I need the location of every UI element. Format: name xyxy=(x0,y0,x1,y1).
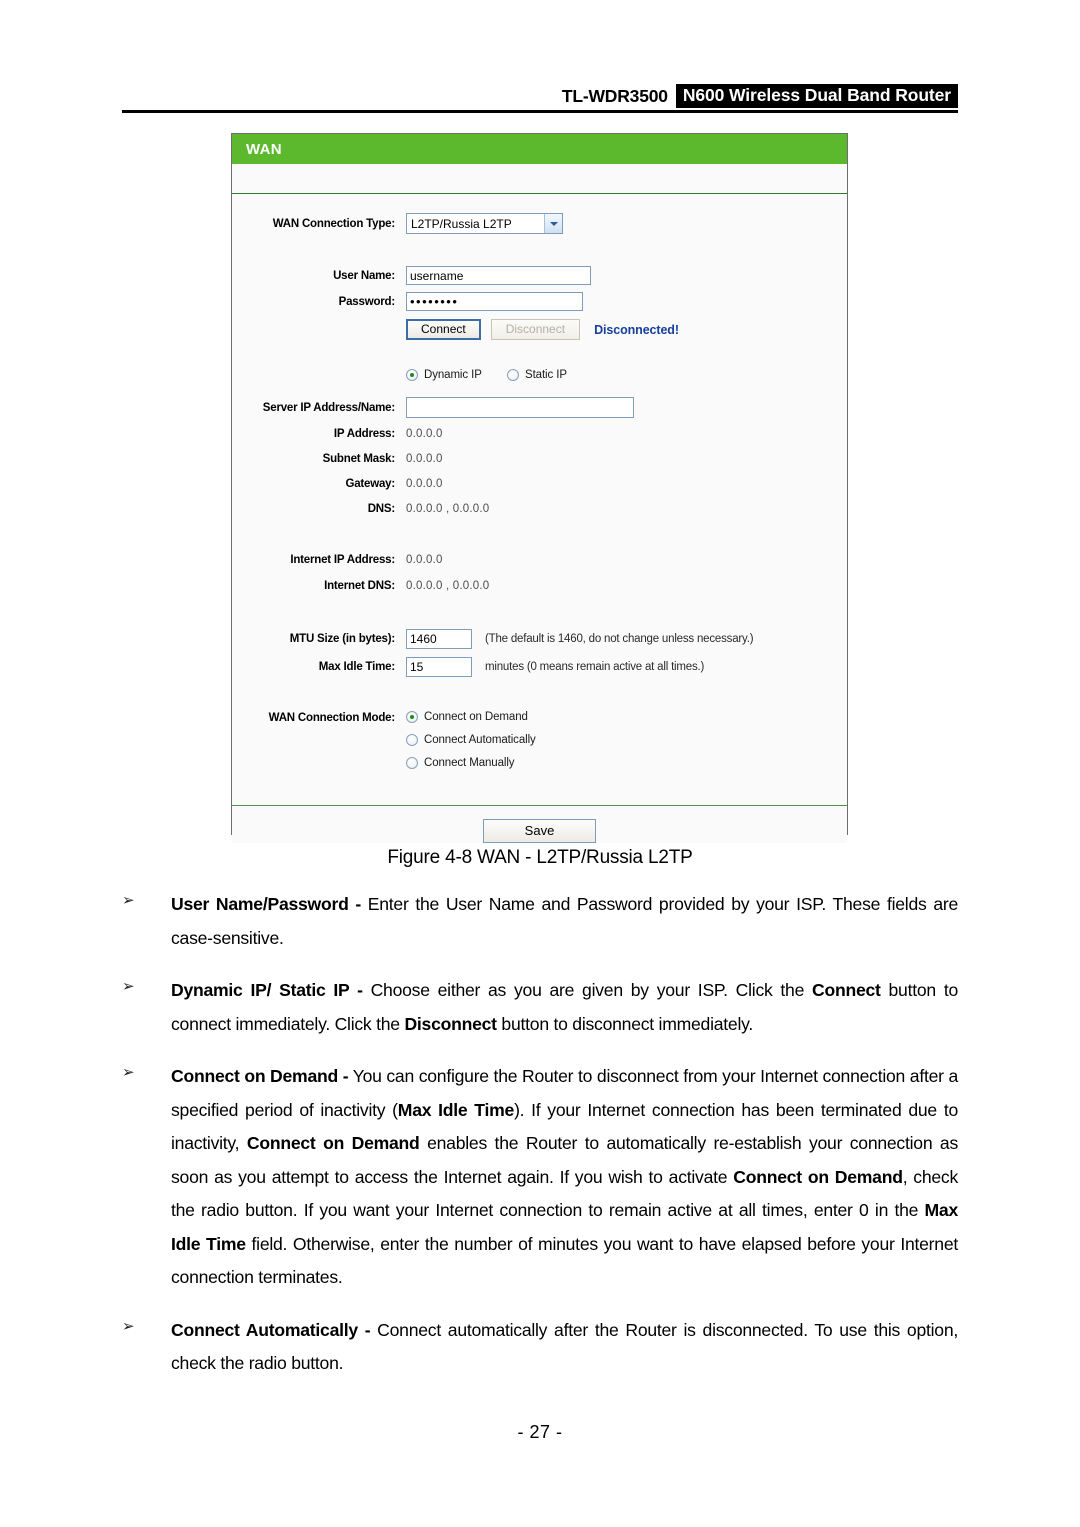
server-ip-row: Server IP Address/Name: xyxy=(232,397,847,418)
connection-actions-cell: Connect Disconnect Disconnected! xyxy=(406,319,847,340)
readonly-row-3: DNS: 0.0.0.0 , 0.0.0.0 xyxy=(232,503,847,515)
bullet-marker-icon: ➢ xyxy=(122,1316,135,1335)
radio-static-ip-label: Static IP xyxy=(525,369,567,381)
save-row: Save xyxy=(232,806,847,843)
list-item: ➢ User Name/Password - Enter the User Na… xyxy=(122,888,958,955)
bullet-text: Connect Automatically - Connect automati… xyxy=(171,1319,958,1374)
server-ip-input[interactable] xyxy=(406,397,634,418)
bullet-text: Dynamic IP/ Static IP - Choose either as… xyxy=(171,980,958,1034)
mtu-size-row: MTU Size (in bytes): (The default is 146… xyxy=(232,629,847,649)
radio-connect-on-demand-indicator xyxy=(406,711,418,723)
readonly-row-2: Gateway: 0.0.0.0 xyxy=(232,478,847,490)
radio-connect-automatically-label: Connect Automatically xyxy=(424,734,536,746)
radio-connect-automatically-indicator xyxy=(406,734,418,746)
document-body: ➢ User Name/Password - Enter the User Na… xyxy=(122,888,958,1400)
header-product-name: N600 Wireless Dual Band Router xyxy=(675,83,958,108)
internet-fields-group: Internet IP Address: 0.0.0.0 Internet DN… xyxy=(232,554,847,592)
password-value-cell xyxy=(406,292,847,311)
max-idle-time-hint: minutes (0 means remain active at all ti… xyxy=(485,661,705,673)
internet-ip-address-value: 0.0.0.0 xyxy=(406,554,443,566)
radio-connect-on-demand[interactable]: Connect on Demand xyxy=(406,711,847,723)
bullet-marker-icon: ➢ xyxy=(122,1063,135,1081)
password-row: Password: xyxy=(232,292,847,311)
ip-address-value: 0.0.0.0 xyxy=(406,428,443,440)
user-name-input[interactable] xyxy=(406,266,591,285)
bullet-marker-icon: ➢ xyxy=(122,891,135,909)
bullet-marker-icon: ➢ xyxy=(122,977,135,995)
header-row: TL-WDR3500 N600 Wireless Dual Band Route… xyxy=(122,78,958,108)
internet-ip-address-label: Internet IP Address: xyxy=(290,554,395,566)
user-name-label: User Name: xyxy=(333,269,395,282)
radio-connect-manually[interactable]: Connect Manually xyxy=(406,757,847,769)
wan-connection-mode-options: Connect on Demand Connect Automatically … xyxy=(406,711,847,780)
internet-row-1: Internet DNS: 0.0.0.0 , 0.0.0.0 xyxy=(232,580,847,592)
user-name-value-cell xyxy=(406,266,847,285)
dns-value: 0.0.0.0 , 0.0.0.0 xyxy=(406,503,490,515)
max-idle-time-input[interactable] xyxy=(406,657,472,677)
radio-connect-manually-indicator xyxy=(406,757,418,769)
mtu-size-value-cell: (The default is 1460, do not change unle… xyxy=(406,629,847,649)
readonly-fields-group: IP Address: 0.0.0.0 Subnet Mask: 0.0.0.0… xyxy=(232,428,847,515)
mtu-size-hint: (The default is 1460, do not change unle… xyxy=(485,633,754,645)
header-model: TL-WDR3500 xyxy=(561,86,668,106)
list-item: ➢ Dynamic IP/ Static IP - Choose either … xyxy=(122,974,958,1041)
chevron-down-icon[interactable] xyxy=(544,214,562,233)
panel-body: WAN Connection Type: L2TP/Russia L2TP Us… xyxy=(232,213,847,843)
dns-label: DNS: xyxy=(367,503,396,515)
password-label: Password: xyxy=(338,295,396,308)
panel-title: WAN xyxy=(232,134,847,164)
internet-dns-label: Internet DNS: xyxy=(324,580,395,592)
bullet-text: User Name/Password - Enter the User Name… xyxy=(171,894,958,948)
save-button[interactable]: Save xyxy=(483,819,596,843)
page-number: - 27 - xyxy=(517,1422,563,1442)
page-header: TL-WDR3500 N600 Wireless Dual Band Route… xyxy=(122,78,958,114)
radio-dynamic-ip-label: Dynamic IP xyxy=(424,369,482,381)
radio-connect-manually-label: Connect Manually xyxy=(424,757,515,769)
header-divider xyxy=(122,110,958,113)
connect-button[interactable]: Connect xyxy=(406,319,481,340)
internet-dns-value: 0.0.0.0 , 0.0.0.0 xyxy=(406,580,490,592)
radio-static-ip-indicator xyxy=(507,369,519,381)
server-ip-value-cell xyxy=(406,397,847,418)
disconnect-button: Disconnect xyxy=(490,319,581,340)
connection-actions-row: Connect Disconnect Disconnected! xyxy=(232,319,847,340)
internet-row-0: Internet IP Address: 0.0.0.0 xyxy=(232,554,847,566)
wan-connection-type-selected: L2TP/Russia L2TP xyxy=(411,216,512,231)
list-item: ➢ Connect Automatically - Connect automa… xyxy=(122,1314,958,1381)
gateway-label: Gateway: xyxy=(345,478,395,490)
subnet-mask-label: Subnet Mask: xyxy=(322,453,396,465)
wan-connection-type-label: WAN Connection Type: xyxy=(272,217,395,230)
connection-status-text: Disconnected! xyxy=(594,322,679,337)
gateway-value: 0.0.0.0 xyxy=(406,478,443,490)
max-idle-time-value-cell: minutes (0 means remain active at all ti… xyxy=(406,657,847,677)
panel-subbar xyxy=(232,164,847,194)
subnet-mask-value: 0.0.0.0 xyxy=(406,453,443,465)
wan-connection-mode-row: WAN Connection Mode: Connect on Demand C… xyxy=(232,711,847,780)
max-idle-time-row: Max Idle Time: minutes (0 means remain a… xyxy=(232,657,847,677)
password-input[interactable] xyxy=(406,292,583,311)
mtu-size-input[interactable] xyxy=(406,629,472,649)
radio-connect-automatically[interactable]: Connect Automatically xyxy=(406,734,847,746)
server-ip-label: Server IP Address/Name: xyxy=(262,401,395,414)
user-name-row: User Name: xyxy=(232,266,847,285)
max-idle-time-label: Max Idle Time: xyxy=(318,661,395,673)
ip-mode-row: Dynamic IP Static IP xyxy=(232,369,847,384)
wan-connection-type-select[interactable]: L2TP/Russia L2TP xyxy=(406,213,563,234)
radio-dynamic-ip[interactable]: Dynamic IP xyxy=(406,369,482,381)
radio-static-ip[interactable]: Static IP xyxy=(507,369,567,381)
ip-mode-cell: Dynamic IP Static IP xyxy=(406,369,847,384)
readonly-row-1: Subnet Mask: 0.0.0.0 xyxy=(232,453,847,465)
radio-connect-on-demand-label: Connect on Demand xyxy=(424,711,528,723)
wan-connection-type-row: WAN Connection Type: L2TP/Russia L2TP xyxy=(232,213,847,234)
list-item: ➢ Connect on Demand - You can configure … xyxy=(122,1060,958,1295)
figure-caption: Figure 4-8 WAN - L2TP/Russia L2TP xyxy=(387,847,693,868)
wan-settings-panel: WAN WAN Connection Type: L2TP/Russia L2T… xyxy=(231,133,848,843)
radio-dynamic-ip-indicator xyxy=(406,369,418,381)
ip-address-label: IP Address: xyxy=(333,428,395,440)
bullet-text: Connect on Demand - You can configure th… xyxy=(171,1066,959,1287)
wan-connection-type-value-cell: L2TP/Russia L2TP xyxy=(406,213,847,234)
wan-connection-mode-label: WAN Connection Mode: xyxy=(268,712,396,724)
readonly-row-0: IP Address: 0.0.0.0 xyxy=(232,428,847,440)
mtu-size-label: MTU Size (in bytes): xyxy=(289,633,395,645)
